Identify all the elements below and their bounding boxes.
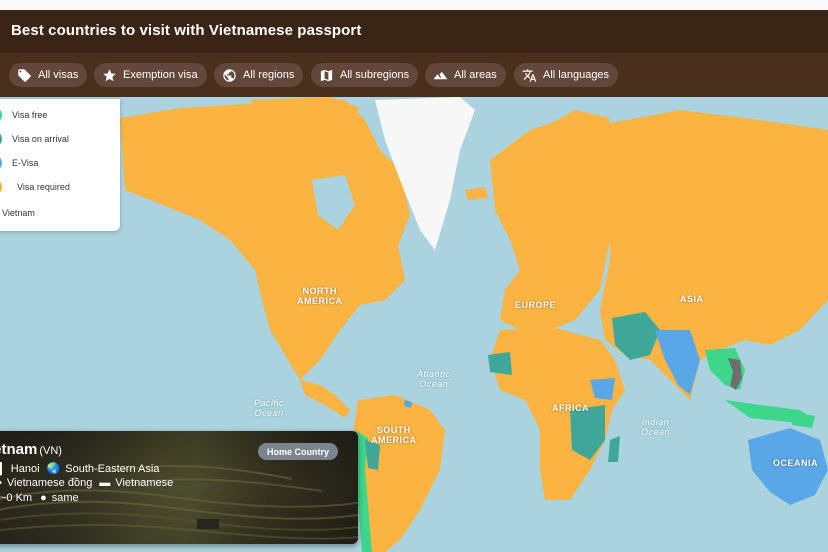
flag-icon: ▌	[0, 462, 6, 475]
filter-subregions-label: All subregions	[340, 69, 410, 81]
filter-bar: All visas Exemption visa All regions All…	[0, 53, 828, 97]
north-america-landmass	[120, 98, 410, 380]
capital-text: Hanoi	[10, 462, 40, 475]
label-indian-ocean: Indian Ocean	[641, 417, 671, 437]
globe-icon	[223, 68, 236, 82]
label-south-america: SOUTH AMERICA	[371, 425, 417, 445]
legend-item-visa-free[interactable]: Visa free	[0, 107, 47, 123]
filter-areas-label: All areas	[454, 69, 497, 81]
filter-subregions-button[interactable]: All subregions	[311, 63, 419, 87]
home-country-badge: Home Country	[258, 443, 338, 460]
label-oceania: OCEANIA	[773, 458, 819, 468]
label-africa: AFRICA	[552, 403, 589, 413]
legend-item-visa-required[interactable]: Visa required	[0, 179, 70, 195]
language-text: Vietnamese	[115, 477, 174, 489]
legend-label: E-Visa	[12, 158, 39, 168]
mountain-icon	[433, 71, 448, 79]
clock-icon: ●	[40, 492, 47, 504]
label-pacific-ocean: Pacific Ocean	[254, 398, 285, 418]
translate-icon	[522, 68, 537, 82]
label-asia: ASIA	[680, 294, 704, 304]
label-atlantic-ocean: Atlantic Ocean	[417, 369, 451, 389]
card-distance-line: ~0 Km ● same	[0, 492, 79, 504]
filter-exemption-button[interactable]: Exemption visa	[94, 63, 207, 87]
legend-label: Visa free	[12, 110, 48, 120]
east-africa-visa-on-arrival	[570, 405, 605, 460]
new-guinea-visa-free	[790, 412, 815, 428]
map-legend: Visa free Visa on arrival E-Visa Visa re…	[0, 99, 120, 231]
filter-visas-label: All visas	[38, 69, 79, 81]
iceland	[465, 187, 488, 200]
legend-item-evisa[interactable]: E-Visa	[0, 155, 38, 171]
legend-home-country[interactable]: Vietnam	[2, 208, 35, 218]
time-text: same	[51, 492, 79, 504]
label-north-america: NORTH AMERICA	[297, 286, 343, 306]
subregion-text: South-Eastern Asia	[65, 462, 160, 475]
legend-label: Visa on arrival	[12, 134, 69, 144]
country-name-text: ietnam	[0, 441, 38, 458]
legend-swatch-visa-required	[0, 179, 2, 195]
filter-visas-button[interactable]: All visas	[9, 63, 88, 87]
country-info-card[interactable]: ietnam(VN) Home Country ▌ Hanoi 🌏 South-…	[0, 431, 358, 544]
legend-label: Visa required	[17, 182, 70, 192]
legend-swatch-evisa	[0, 155, 2, 171]
filter-languages-button[interactable]: All languages	[514, 63, 619, 87]
filter-exemption-label: Exemption visa	[123, 69, 198, 81]
legend-swatch-visa-on-arrival	[0, 131, 2, 147]
card-currency-line: ▪ Vietnamese đồng ▬ Vietnamese	[0, 477, 173, 489]
west-africa-visa-on-arrival	[488, 352, 512, 375]
filter-areas-button[interactable]: All areas	[425, 63, 506, 87]
label-europe: EUROPE	[515, 300, 557, 310]
tag-icon	[18, 68, 31, 82]
legend-item-visa-on-arrival[interactable]: Visa on arrival	[0, 131, 69, 147]
filter-languages-label: All languages	[543, 69, 610, 81]
page-title: Best countries to visit with Vietnamese …	[11, 22, 362, 39]
central-america	[300, 380, 350, 418]
star-icon	[103, 68, 116, 81]
distance-text: ~0 Km	[0, 492, 33, 504]
madagascar-visa-on-arrival	[608, 436, 620, 462]
legend-swatch-visa-free	[0, 107, 2, 123]
map-icon	[320, 69, 333, 81]
card-location-line: ▌ Hanoi 🌏 South-Eastern Asia	[0, 462, 160, 476]
country-code: (VN)	[39, 445, 62, 457]
filter-regions-button[interactable]: All regions	[214, 63, 304, 87]
country-name: ietnam(VN)	[0, 441, 62, 458]
filter-regions-label: All regions	[243, 69, 295, 81]
globe-icon: 🌏	[46, 463, 61, 475]
chat-icon: ▬	[99, 477, 111, 489]
app-header: Best countries to visit with Vietnamese …	[0, 10, 828, 53]
currency-icon: ▪	[0, 477, 2, 489]
currency-text: Vietnamese đồng	[6, 477, 93, 489]
